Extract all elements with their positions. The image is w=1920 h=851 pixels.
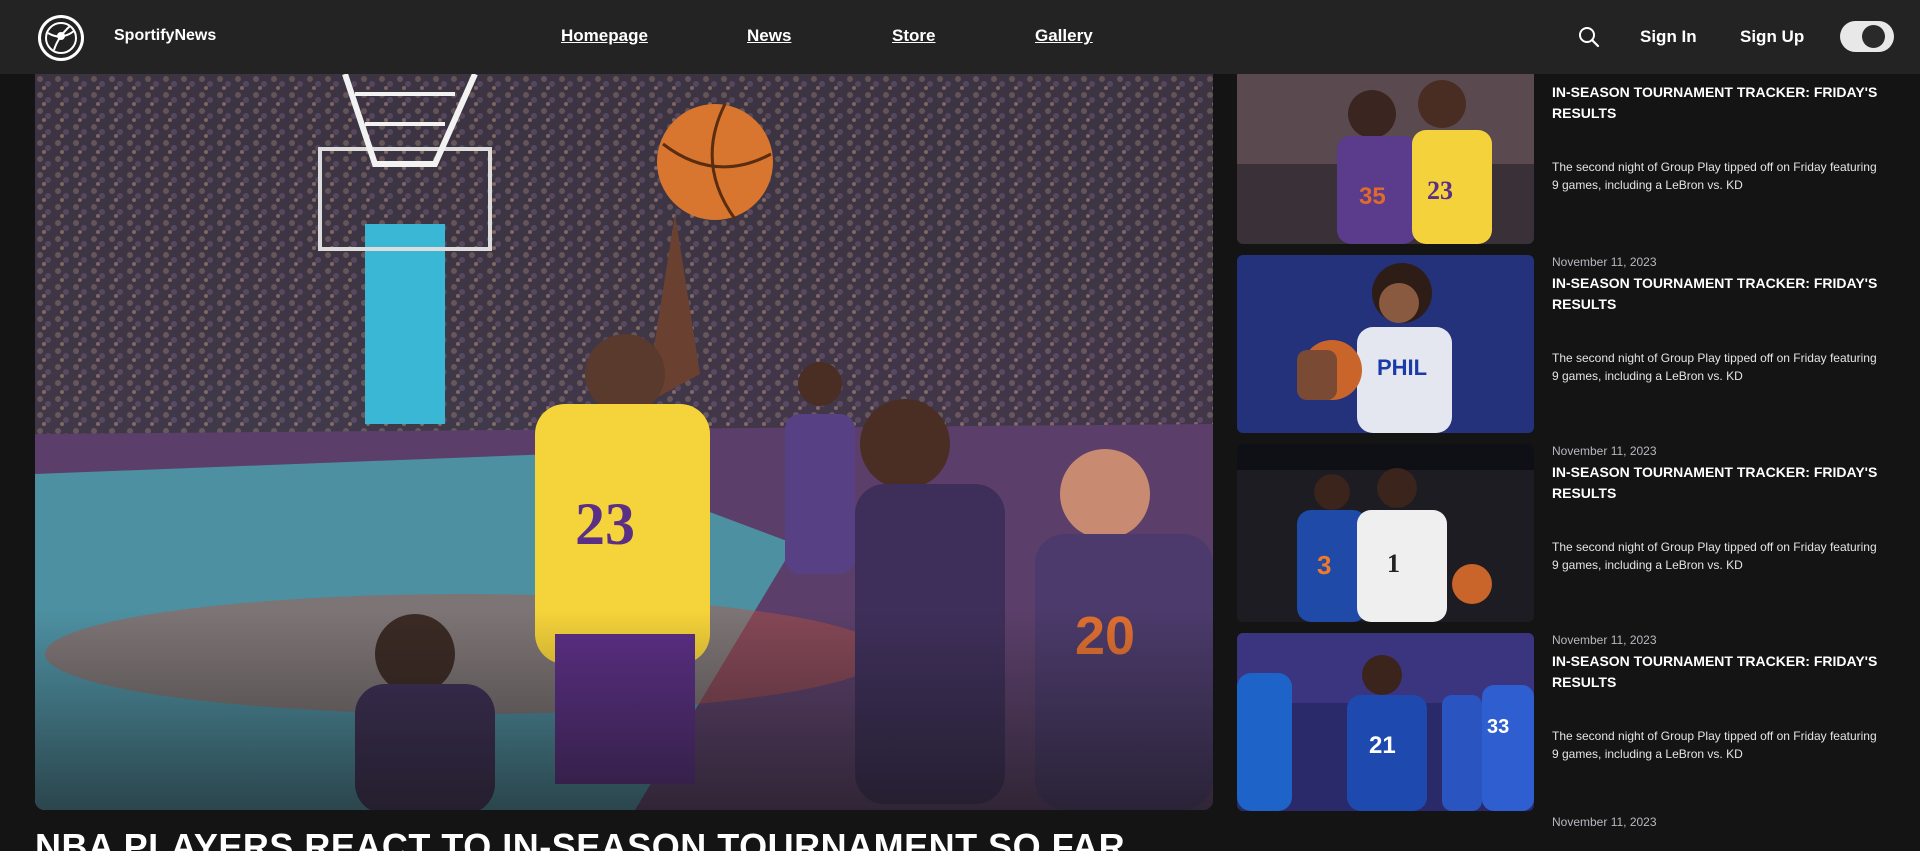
svg-text:33: 33	[1487, 716, 1509, 738]
theme-toggle-knob	[1862, 25, 1885, 48]
news-card[interactable]: PHIL November 11, 2023 IN-SEASON TOURNAM…	[1237, 255, 1897, 433]
news-card[interactable]: 3 1 November 11, 2023 IN-SEASON TOURNAME…	[1237, 444, 1897, 622]
svg-text:35: 35	[1359, 183, 1386, 210]
news-card-thumbnail[interactable]: 21 33	[1237, 633, 1534, 811]
news-card-date: November 11, 2023	[1552, 444, 1657, 458]
news-card-date: November 11, 2023	[1552, 815, 1657, 829]
news-card-thumbnail[interactable]: 35 23	[1237, 74, 1534, 244]
news-card-thumbnail[interactable]: 3 1	[1237, 444, 1534, 622]
news-card[interactable]: 35 23 IN-SEASON TOURNAMENT TRACKER: FRID…	[1237, 66, 1897, 244]
news-card-title[interactable]: IN-SEASON TOURNAMENT TRACKER: FRIDAY'S R…	[1552, 82, 1882, 124]
hero-image[interactable]: 23 20	[35, 74, 1213, 810]
news-card-description: The second night of Group Play tipped of…	[1552, 160, 1877, 192]
news-card-date: November 11, 2023	[1552, 255, 1657, 269]
svg-text:1: 1	[1387, 549, 1400, 578]
nav-gallery[interactable]: Gallery	[1035, 26, 1093, 46]
nav-store[interactable]: Store	[892, 26, 935, 46]
top-navbar: SportifyNews Homepage News Store Gallery…	[0, 0, 1920, 74]
brand[interactable]: SportifyNews	[38, 15, 216, 61]
sign-in-link[interactable]: Sign In	[1640, 27, 1697, 47]
sign-up-link[interactable]: Sign Up	[1740, 27, 1804, 47]
news-card-description: The second night of Group Play tipped of…	[1552, 540, 1877, 572]
news-card-description: The second night of Group Play tipped of…	[1552, 351, 1877, 383]
svg-text:3: 3	[1317, 550, 1331, 580]
news-card-date: November 11, 2023	[1552, 633, 1657, 647]
svg-text:PHIL: PHIL	[1377, 355, 1427, 380]
svg-text:23: 23	[1427, 176, 1453, 205]
brand-name[interactable]: SportifyNews	[114, 27, 216, 45]
news-sidebar: 35 23 IN-SEASON TOURNAMENT TRACKER: FRID…	[1237, 74, 1897, 851]
hero-headline[interactable]: NBA PLAYERS REACT TO IN-SEASON TOURNAMEN…	[35, 826, 1125, 851]
theme-toggle[interactable]	[1840, 21, 1894, 52]
svg-text:21: 21	[1369, 732, 1396, 759]
search-icon[interactable]	[1578, 26, 1600, 48]
nav-homepage[interactable]: Homepage	[561, 26, 648, 46]
news-card-title[interactable]: IN-SEASON TOURNAMENT TRACKER: FRIDAY'S R…	[1552, 651, 1882, 693]
news-card-description: The second night of Group Play tipped of…	[1552, 729, 1877, 761]
news-card-title[interactable]: IN-SEASON TOURNAMENT TRACKER: FRIDAY'S R…	[1552, 273, 1882, 315]
news-card[interactable]: 21 33 November 11, 2023 IN-SEASON TOURNA…	[1237, 633, 1897, 811]
news-card-title[interactable]: IN-SEASON TOURNAMENT TRACKER: FRIDAY'S R…	[1552, 462, 1882, 504]
svg-text:23: 23	[575, 491, 635, 557]
news-card-thumbnail[interactable]: PHIL	[1237, 255, 1534, 433]
nav-news[interactable]: News	[747, 26, 791, 46]
basketball-logo-icon[interactable]	[38, 15, 84, 61]
